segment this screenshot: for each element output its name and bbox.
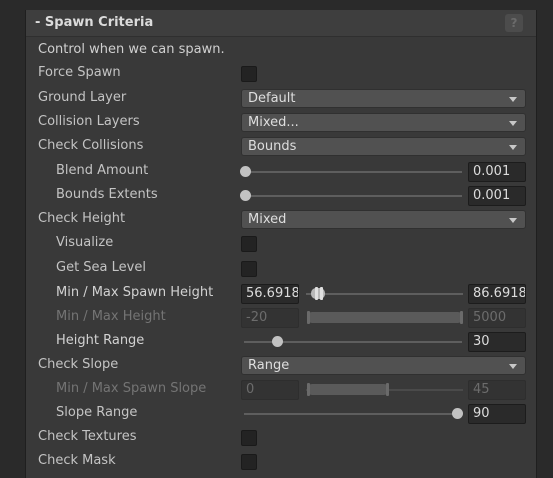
height-min-handle — [307, 311, 310, 324]
slope-range-slider-track[interactable] — [244, 413, 462, 415]
check-slope-dropdown[interactable]: Range — [241, 356, 526, 375]
chevron-down-icon — [509, 364, 517, 369]
force-spawn-checkbox[interactable] — [241, 66, 257, 82]
slope-range-label: Slope Range — [56, 405, 138, 420]
slope-range-field[interactable]: 90 — [468, 404, 526, 424]
max-height-field: 5000 — [468, 308, 526, 328]
ground-layer-dropdown[interactable]: Default — [241, 89, 526, 108]
blend-amount-row: Blend Amount 0.001 — [26, 160, 536, 184]
bounds-extents-slider-handle[interactable] — [240, 190, 251, 201]
height-max-handle — [460, 311, 463, 324]
bounds-extents-label: Bounds Extents — [56, 187, 158, 202]
min-spawn-height-field[interactable]: 56.6918 — [241, 284, 299, 304]
bounds-extents-row: Bounds Extents 0.001 — [26, 184, 536, 208]
check-textures-row: Check Textures — [26, 426, 536, 450]
check-collisions-value: Bounds — [248, 139, 297, 154]
get-sea-level-checkbox[interactable] — [241, 261, 257, 277]
max-spawn-slope-field: 45 — [468, 380, 526, 400]
force-spawn-label: Force Spawn — [38, 65, 121, 80]
visualize-label: Visualize — [56, 235, 114, 250]
description-row: Control when we can spawn. — [26, 38, 536, 62]
chevron-down-icon — [509, 97, 517, 102]
check-height-label: Check Height — [38, 211, 126, 226]
min-max-height-row: Min / Max Height -20 5000 — [26, 306, 536, 330]
blend-amount-slider-track[interactable] — [244, 171, 462, 173]
section-description: Control when we can spawn. — [38, 42, 225, 57]
min-max-height-label: Min / Max Height — [56, 309, 166, 324]
check-height-row: Check Height Mixed — [26, 208, 536, 232]
get-sea-level-label: Get Sea Level — [56, 260, 146, 275]
section-title[interactable]: - Spawn Criteria — [35, 15, 153, 30]
force-spawn-row: Force Spawn — [26, 62, 536, 86]
slope-range-slider-handle[interactable] — [452, 408, 463, 419]
check-height-dropdown[interactable]: Mixed — [241, 210, 526, 229]
check-collisions-label: Check Collisions — [38, 138, 144, 153]
min-max-spawn-slope-row: Min / Max Spawn Slope 0 45 — [26, 378, 536, 402]
spawn-criteria-panel: - Spawn Criteria ? Control when we can s… — [25, 10, 537, 478]
check-textures-checkbox[interactable] — [241, 430, 257, 446]
check-mask-label: Check Mask — [38, 453, 116, 468]
spawn-slope-max-handle — [386, 383, 389, 396]
check-slope-label: Check Slope — [38, 357, 119, 372]
check-mask-checkbox[interactable] — [241, 454, 257, 470]
min-spawn-slope-field: 0 — [241, 380, 299, 400]
check-collisions-row: Check Collisions Bounds — [26, 135, 536, 159]
ground-layer-label: Ground Layer — [38, 90, 127, 105]
bounds-extents-slider-track[interactable] — [244, 195, 462, 197]
bounds-extents-field[interactable]: 0.001 — [468, 186, 526, 206]
section-header[interactable]: - Spawn Criteria ? — [26, 10, 536, 37]
get-sea-level-row: Get Sea Level — [26, 257, 536, 281]
max-spawn-height-field[interactable]: 86.6918 — [468, 284, 526, 304]
chevron-down-icon — [509, 218, 517, 223]
collision-layers-label: Collision Layers — [38, 114, 140, 129]
height-range-row: Height Range 30 — [26, 330, 536, 354]
help-icon[interactable]: ? — [505, 14, 523, 32]
blend-amount-slider-handle[interactable] — [240, 166, 251, 177]
min-max-spawn-height-row: Min / Max Spawn Height 56.6918 86.6918 — [26, 282, 536, 306]
ground-layer-row: Ground Layer Default — [26, 87, 536, 111]
height-range-slider-handle[interactable] — [272, 336, 283, 347]
spawn-height-max-handle[interactable] — [320, 287, 323, 300]
visualize-checkbox[interactable] — [241, 236, 257, 252]
height-range-bar — [307, 312, 463, 323]
check-textures-label: Check Textures — [38, 429, 137, 444]
blend-amount-label: Blend Amount — [56, 163, 149, 178]
collision-layers-value: Mixed... — [248, 115, 299, 130]
blend-amount-field[interactable]: 0.001 — [468, 162, 526, 182]
spawn-slope-range-bar — [307, 384, 389, 395]
ground-layer-value: Default — [248, 91, 296, 106]
spawn-slope-min-handle — [307, 383, 310, 396]
slope-range-row: Slope Range 90 — [26, 402, 536, 426]
check-slope-row: Check Slope Range — [26, 354, 536, 378]
spawn-height-range-track[interactable] — [306, 293, 463, 295]
check-collisions-dropdown[interactable]: Bounds — [241, 137, 526, 156]
collision-layers-dropdown[interactable]: Mixed... — [241, 113, 526, 132]
min-height-field: -20 — [241, 308, 299, 328]
check-mask-row: Check Mask — [26, 450, 536, 474]
height-range-field[interactable]: 30 — [468, 332, 526, 352]
chevron-down-icon — [509, 121, 517, 126]
chevron-down-icon — [509, 145, 517, 150]
height-range-label: Height Range — [56, 333, 145, 348]
visualize-row: Visualize — [26, 232, 536, 256]
min-max-spawn-slope-label: Min / Max Spawn Slope — [56, 381, 207, 396]
check-height-value: Mixed — [248, 212, 287, 227]
check-slope-value: Range — [248, 358, 290, 373]
spawn-height-min-handle[interactable] — [315, 287, 318, 300]
min-max-spawn-height-label: Min / Max Spawn Height — [56, 285, 214, 300]
collision-layers-row: Collision Layers Mixed... — [26, 111, 536, 135]
